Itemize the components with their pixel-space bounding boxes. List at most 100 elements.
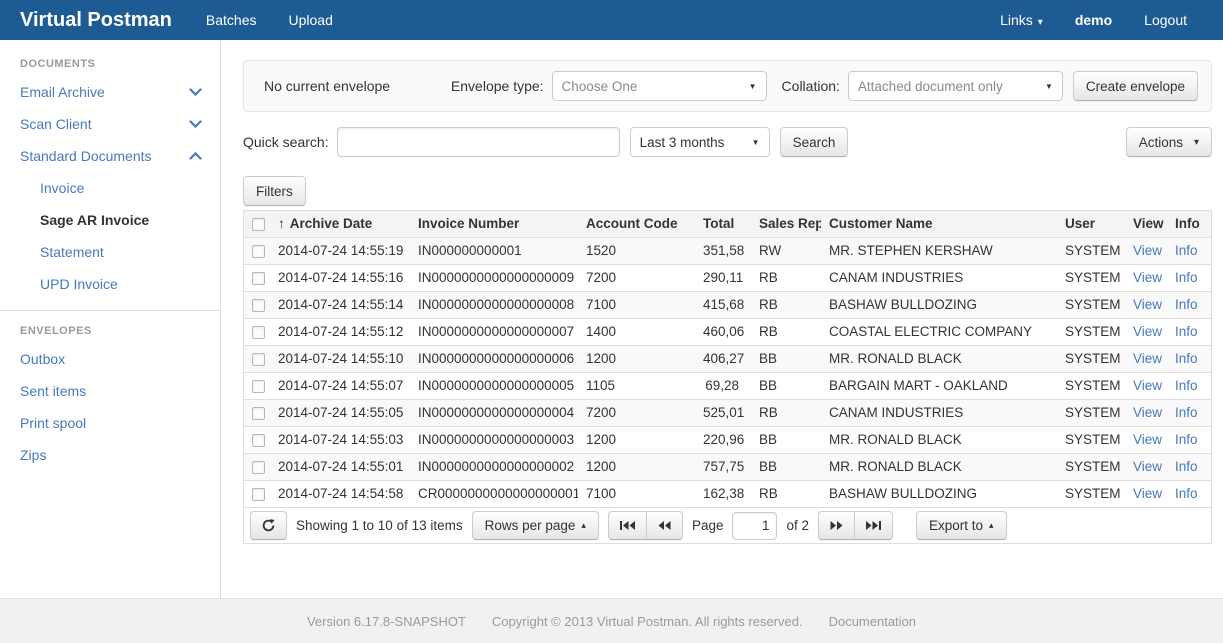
- last-page-button[interactable]: [854, 511, 893, 540]
- select-all-checkbox[interactable]: [252, 218, 265, 231]
- column-sales-rep[interactable]: Sales Rep: [751, 211, 821, 238]
- cell-user: SYSTEM: [1057, 400, 1125, 427]
- cell-total: 460,06: [695, 319, 751, 346]
- row-checkbox[interactable]: [252, 488, 265, 501]
- info-link[interactable]: Info: [1175, 351, 1198, 366]
- export-to-button[interactable]: Export to ▴: [916, 511, 1007, 540]
- sidebar-item-email-archive[interactable]: Email Archive: [0, 76, 220, 108]
- info-link[interactable]: Info: [1175, 243, 1198, 258]
- sidebar-item-upd-invoice[interactable]: UPD Invoice: [0, 268, 220, 300]
- sidebar-item-label: Email Archive: [20, 84, 105, 100]
- row-checkbox[interactable]: [252, 353, 265, 366]
- next-page-button[interactable]: [818, 511, 855, 540]
- envelope-type-select[interactable]: Choose One ▼: [552, 71, 767, 101]
- caret-down-icon: ▾: [1038, 17, 1043, 28]
- envelope-status: No current envelope: [264, 78, 390, 94]
- caret-up-icon: ▴: [581, 520, 586, 531]
- column-archive-date[interactable]: ↑Archive Date: [270, 211, 410, 238]
- column-info: Info: [1167, 211, 1211, 238]
- view-link[interactable]: View: [1133, 405, 1162, 420]
- nav-upload[interactable]: Upload: [273, 0, 349, 40]
- cell-invoice-number: IN0000000000000000008: [410, 292, 578, 319]
- view-link[interactable]: View: [1133, 324, 1162, 339]
- sidebar-item-label: Standard Documents: [20, 148, 152, 164]
- page-of-text: of 2: [786, 518, 809, 533]
- cell-total: 162,38: [695, 481, 751, 508]
- search-button[interactable]: Search: [780, 127, 849, 157]
- sidebar-item-sage-ar-invoice[interactable]: Sage AR Invoice: [0, 204, 220, 236]
- previous-page-button[interactable]: [646, 511, 683, 540]
- select-arrow-icon: ▼: [752, 138, 760, 147]
- cell-archive-date: 2014-07-24 14:55:12: [270, 319, 410, 346]
- column-total[interactable]: Total: [695, 211, 751, 238]
- cell-account-code: 7100: [578, 292, 695, 319]
- rows-per-page-button[interactable]: Rows per page ▴: [472, 511, 599, 540]
- info-link[interactable]: Info: [1175, 432, 1198, 447]
- create-envelope-button[interactable]: Create envelope: [1073, 71, 1198, 101]
- cell-archive-date: 2014-07-24 14:55:10: [270, 346, 410, 373]
- row-checkbox[interactable]: [252, 299, 265, 312]
- refresh-button[interactable]: [250, 511, 287, 540]
- view-link[interactable]: View: [1133, 378, 1162, 393]
- row-checkbox[interactable]: [252, 245, 265, 258]
- nav-batches[interactable]: Batches: [190, 0, 273, 40]
- quick-search-input[interactable]: [337, 127, 620, 157]
- view-link[interactable]: View: [1133, 432, 1162, 447]
- nav-logout[interactable]: Logout: [1128, 0, 1203, 40]
- nav-links-dropdown[interactable]: Links▾: [984, 0, 1059, 40]
- column-user[interactable]: User: [1057, 211, 1125, 238]
- cell-account-code: 1520: [578, 238, 695, 265]
- row-checkbox[interactable]: [252, 272, 265, 285]
- sidebar-item-label: Zips: [20, 447, 46, 463]
- view-link[interactable]: View: [1133, 270, 1162, 285]
- row-checkbox[interactable]: [252, 407, 265, 420]
- table-row: 2014-07-24 14:55:10 IN000000000000000000…: [244, 346, 1211, 373]
- sidebar-item-print-spool[interactable]: Print spool: [0, 407, 220, 439]
- view-link[interactable]: View: [1133, 459, 1162, 474]
- collation-select[interactable]: Attached document only ▼: [848, 71, 1063, 101]
- first-page-button[interactable]: [608, 511, 647, 540]
- period-select[interactable]: Last 3 months ▼: [630, 127, 770, 157]
- cell-account-code: 7200: [578, 400, 695, 427]
- cell-sales-rep: RB: [751, 481, 821, 508]
- info-link[interactable]: Info: [1175, 486, 1198, 501]
- info-link[interactable]: Info: [1175, 324, 1198, 339]
- row-checkbox[interactable]: [252, 434, 265, 447]
- sidebar-item-outbox[interactable]: Outbox: [0, 343, 220, 375]
- chevron-down-icon: [189, 120, 202, 128]
- view-link[interactable]: View: [1133, 486, 1162, 501]
- column-customer-name[interactable]: Customer Name: [821, 211, 1057, 238]
- row-checkbox[interactable]: [252, 380, 265, 393]
- sidebar-item-scan-client[interactable]: Scan Client: [0, 108, 220, 140]
- cell-archive-date: 2014-07-24 14:54:58: [270, 481, 410, 508]
- page-number-input[interactable]: [732, 512, 777, 540]
- view-link[interactable]: View: [1133, 297, 1162, 312]
- view-link[interactable]: View: [1133, 351, 1162, 366]
- actions-button[interactable]: Actions ▾: [1126, 127, 1212, 157]
- info-link[interactable]: Info: [1175, 297, 1198, 312]
- cell-invoice-number: IN0000000000000000004: [410, 400, 578, 427]
- sidebar-item-zips[interactable]: Zips: [0, 439, 220, 471]
- documentation-link[interactable]: Documentation: [829, 614, 916, 629]
- search-row: Quick search: Last 3 months ▼ Search Act…: [243, 127, 1212, 157]
- info-link[interactable]: Info: [1175, 270, 1198, 285]
- info-link[interactable]: Info: [1175, 459, 1198, 474]
- cell-account-code: 7200: [578, 265, 695, 292]
- app-brand[interactable]: Virtual Postman: [20, 0, 172, 40]
- sidebar-item-statement[interactable]: Statement: [0, 236, 220, 268]
- row-checkbox[interactable]: [252, 326, 265, 339]
- view-link[interactable]: View: [1133, 243, 1162, 258]
- select-arrow-icon: ▼: [1045, 82, 1053, 91]
- nav-user[interactable]: demo: [1059, 0, 1128, 40]
- column-account-code[interactable]: Account Code: [578, 211, 695, 238]
- info-link[interactable]: Info: [1175, 405, 1198, 420]
- table-row: 2014-07-24 14:55:01 IN000000000000000000…: [244, 454, 1211, 481]
- info-link[interactable]: Info: [1175, 378, 1198, 393]
- sidebar-item-sent-items[interactable]: Sent items: [0, 375, 220, 407]
- row-checkbox[interactable]: [252, 461, 265, 474]
- sidebar-item-standard-documents[interactable]: Standard Documents: [0, 140, 220, 172]
- filters-button[interactable]: Filters: [243, 176, 306, 206]
- column-invoice-number[interactable]: Invoice Number: [410, 211, 578, 238]
- pagination-bar: Showing 1 to 10 of 13 items Rows per pag…: [244, 507, 1211, 543]
- sidebar-item-invoice[interactable]: Invoice: [0, 172, 220, 204]
